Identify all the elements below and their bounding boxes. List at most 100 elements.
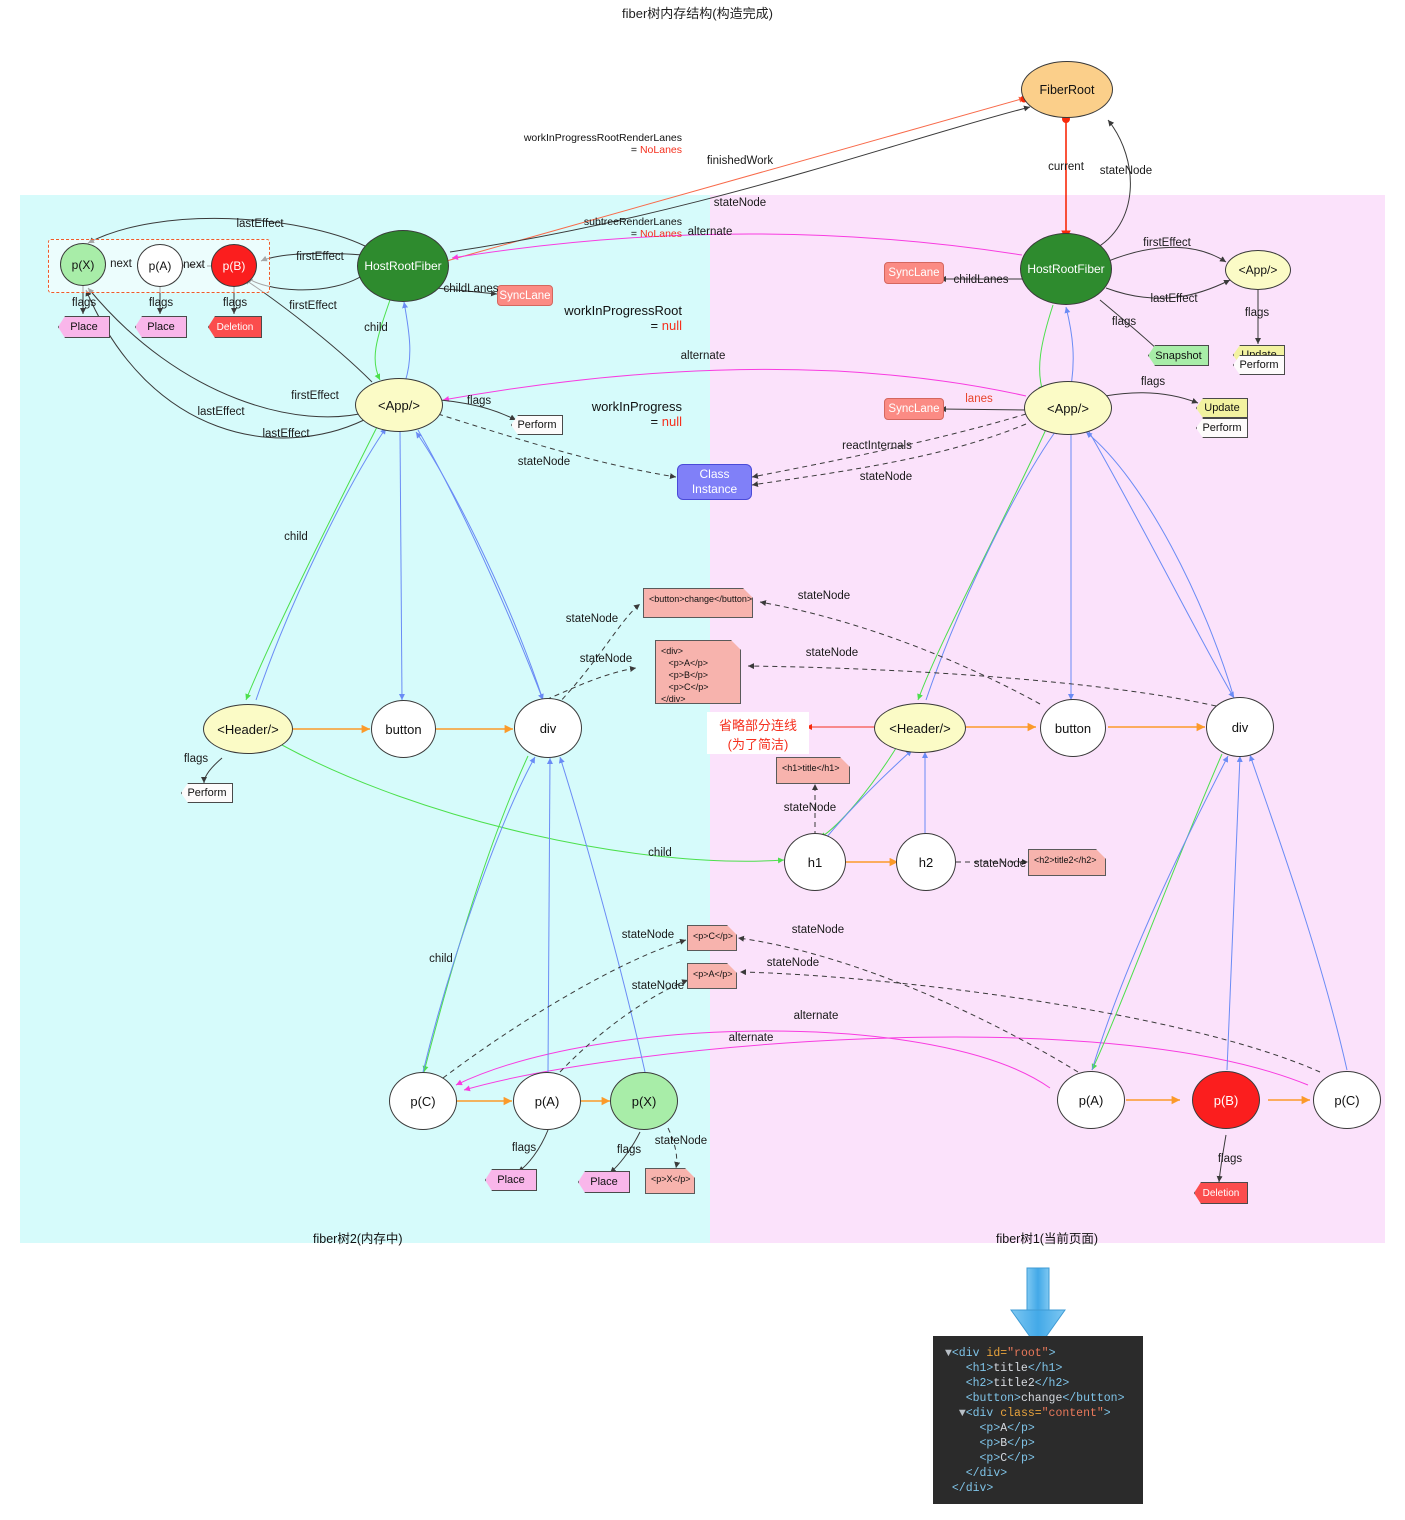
node-header-tree1[interactable]: <Header/> — [874, 703, 966, 753]
dom-note-h2: <h2>title2</h2> — [1028, 849, 1106, 876]
node-effect-pa[interactable]: p(A) — [137, 244, 183, 287]
omitted-lines-line2: (为了简洁) — [727, 737, 789, 752]
node-class-instance[interactable]: Class Instance — [677, 464, 752, 500]
flag-snapshot-tree1[interactable]: Snapshot — [1148, 345, 1209, 366]
edge-label-lastEffect: lastEffect — [262, 428, 310, 440]
node-pc-tree1[interactable]: p(C) — [1313, 1071, 1381, 1129]
global-var-name: workInProgress — [591, 399, 682, 414]
devtools-line[interactable]: </div> — [945, 1481, 1131, 1496]
node-pa-tree1[interactable]: p(A) — [1057, 1071, 1125, 1129]
edge-label-stateNode: stateNode — [565, 613, 619, 625]
devtools-token-tag: </p> — [1007, 1422, 1035, 1435]
node-app-tree1[interactable]: <App/> — [1024, 381, 1112, 435]
flag-deletion-pb-tree1[interactable]: Deletion — [1194, 1182, 1248, 1204]
flag-place-pa-tree2[interactable]: Place — [485, 1169, 537, 1191]
node-app-tree2[interactable]: <App/> — [355, 378, 443, 432]
node-app-effect-tree1[interactable]: <App/> — [1225, 250, 1291, 290]
edge-label-flags: flags — [71, 297, 97, 309]
node-host-root-fiber-tree2[interactable]: HostRootFiber — [357, 230, 449, 302]
devtools-line[interactable]: <h2>title2</h2> — [945, 1376, 1131, 1391]
devtools-token-tag: </h1> — [1027, 1362, 1063, 1375]
edge-label-childLanes: childLanes — [443, 283, 499, 295]
flag-perform-header-tree2[interactable]: Perform — [181, 783, 233, 803]
node-h2-tree1[interactable]: h2 — [896, 833, 956, 891]
node-pa-tree2[interactable]: p(A) — [513, 1072, 581, 1130]
devtools-line[interactable]: <p>B</p> — [945, 1436, 1131, 1451]
global-var-3: workInProgress = null — [591, 399, 682, 429]
devtools-line[interactable]: <p>C</p> — [945, 1451, 1131, 1466]
edge-label-flags: flags — [183, 753, 209, 765]
global-var-value: NoLanes — [639, 144, 682, 156]
devtools-token-attr: class= — [1000, 1407, 1042, 1420]
node-div-tree1[interactable]: div — [1206, 697, 1274, 757]
node-button-tree2[interactable]: button — [371, 700, 436, 758]
flag-deletion-pb[interactable]: Deletion — [208, 316, 262, 338]
edge-label-firstEffect: firstEffect — [291, 390, 339, 402]
expand-triangle-icon[interactable]: ▼ — [945, 1347, 952, 1360]
edge-label-current: current — [1048, 161, 1084, 173]
edge-label-child: child — [364, 322, 388, 334]
node-pc-tree2[interactable]: p(C) — [389, 1072, 457, 1130]
edge-label-child: child — [429, 953, 453, 965]
node-fiber-root[interactable]: FiberRoot — [1021, 61, 1113, 118]
node-header-tree2[interactable]: <Header/> — [203, 704, 293, 754]
edge-label-flags: flags — [148, 297, 174, 309]
flag-perform-app-tree1[interactable]: Perform — [1196, 418, 1248, 438]
global-var-name: workInProgressRootRenderLanes — [523, 132, 682, 144]
lane-sync-app-tree1[interactable]: SyncLane — [884, 398, 944, 420]
node-effect-px[interactable]: p(X) — [60, 243, 106, 286]
expand-triangle-icon[interactable]: ▼ — [959, 1407, 966, 1420]
dom-note-button: <button>change</button> — [643, 588, 753, 618]
lane-sync-hrf-tree1[interactable]: SyncLane — [884, 262, 944, 284]
edge-label-child: child — [284, 531, 308, 543]
node-h1-tree1[interactable]: h1 — [784, 833, 846, 891]
devtools-line[interactable]: <h1>title</h1> — [945, 1361, 1131, 1376]
devtools-line[interactable]: <button>change</button> — [945, 1391, 1131, 1406]
edge-label-firstEffect: firstEffect — [289, 300, 337, 312]
edge-label-firstEffect: firstEffect — [296, 251, 344, 263]
flag-perform-app-effect[interactable]: Perform — [1233, 355, 1285, 375]
node-effect-pb[interactable]: p(B) — [211, 244, 257, 287]
devtools-token-tag: > — [1048, 1347, 1056, 1360]
edge-label-childLanes: childLanes — [953, 274, 1009, 286]
edge-label-lastEffect: lastEffect — [197, 406, 245, 418]
node-host-root-fiber-tree1[interactable]: HostRootFiber — [1020, 233, 1112, 305]
edge-label-firstEffect: firstEffect — [1143, 237, 1191, 249]
devtools-token-tag: <h2> — [965, 1377, 994, 1390]
flag-place-px-tree2[interactable]: Place — [578, 1171, 630, 1193]
edge-label-alternate: alternate — [687, 226, 733, 238]
edge-label-stateNode: stateNode — [579, 653, 633, 665]
edge-label-stateNode: stateNode — [654, 1135, 708, 1147]
omitted-lines-annotation: 省略部分连线 (为了简洁) — [707, 712, 809, 754]
flag-place-pa[interactable]: Place — [135, 316, 187, 338]
caption-fiber-tree1: fiber树1(当前页面) — [996, 1232, 1099, 1246]
devtools-line[interactable]: <p>A</p> — [945, 1421, 1131, 1436]
edge-label-stateNode: stateNode — [713, 197, 767, 209]
flag-place-px[interactable]: Place — [58, 316, 110, 338]
devtools-token-tag: </p> — [1007, 1437, 1035, 1450]
devtools-line[interactable]: ▼<div class="content"> — [945, 1406, 1131, 1421]
flag-update-app-tree1[interactable]: Update — [1196, 398, 1248, 418]
devtools-token-tag: </button> — [1062, 1392, 1125, 1405]
node-div-tree2[interactable]: div — [514, 698, 582, 758]
edge-label-alternate: alternate — [680, 350, 726, 362]
edge-label-stateNode: stateNode — [783, 802, 837, 814]
edge-label-flags: flags — [511, 1142, 537, 1154]
edge-label-stateNode: stateNode — [859, 471, 913, 483]
global-var-name: workInProgressRoot — [564, 303, 682, 318]
caption-fiber-tree2: fiber树2(内存中) — [313, 1232, 403, 1246]
global-var-value: NoLanes — [639, 228, 682, 240]
node-pb-tree1[interactable]: p(B) — [1192, 1071, 1260, 1129]
node-px-tree2[interactable]: p(X) — [610, 1072, 678, 1130]
lane-sync-tree2[interactable]: SyncLane — [497, 285, 553, 306]
devtools-line[interactable]: </div> — [945, 1466, 1131, 1481]
dom-note-div: <div> <p>A</p> <p>B</p> <p>C</p> </div> — [655, 640, 741, 704]
node-button-tree1[interactable]: button — [1040, 699, 1106, 757]
flag-perform-app-tree2[interactable]: Perform — [511, 415, 563, 435]
devtools-token-val: "root" — [1007, 1347, 1049, 1360]
devtools-line[interactable]: ▼<div id="root"> — [945, 1346, 1131, 1361]
